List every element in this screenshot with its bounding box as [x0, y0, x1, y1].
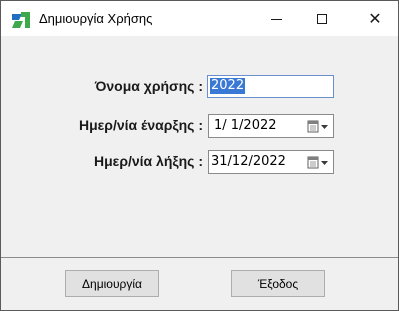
maximize-icon: [317, 13, 327, 24]
exit-button[interactable]: Έξοδος: [231, 270, 325, 297]
start-date-label: Ημερ/νία έναρξης :: [78, 117, 203, 133]
maximize-button[interactable]: [299, 1, 345, 36]
usage-name-row: Όνομα χρήσης : 2022: [1, 75, 399, 99]
dialog-window: Δημιουργία Χρήσης ✕ Όνομα χρήσης : 2022 …: [0, 0, 399, 311]
end-date-picker[interactable]: 31/12/2022: [208, 150, 334, 174]
close-button[interactable]: ✕: [352, 1, 398, 36]
calendar-dropdown-icon[interactable]: [307, 120, 329, 133]
title-bar[interactable]: Δημιουργία Χρήσης ✕: [1, 1, 398, 36]
usage-name-input[interactable]: 2022: [207, 75, 334, 98]
divider: [1, 257, 398, 258]
minimize-button[interactable]: [253, 1, 299, 36]
start-date-picker[interactable]: 1/ 1/2022: [208, 114, 334, 138]
window-title: Δημιουργία Χρήσης: [39, 11, 153, 26]
end-date-label: Ημερ/νία λήξης :: [94, 153, 203, 169]
usage-name-value: 2022: [210, 78, 246, 94]
end-date-value: 31/12/2022: [211, 154, 286, 169]
create-button[interactable]: Δημιουργία: [65, 270, 159, 297]
calendar-dropdown-icon[interactable]: [307, 156, 329, 169]
app-logo-icon: [12, 12, 30, 28]
start-date-row: Ημερ/νία έναρξης : 1/ 1/2022: [1, 114, 399, 138]
usage-name-label: Όνομα χρήσης :: [94, 78, 203, 94]
close-icon: ✕: [368, 10, 382, 28]
end-date-row: Ημερ/νία λήξης : 31/12/2022: [1, 150, 399, 174]
start-date-value: 1/ 1/2022: [214, 118, 277, 133]
minimize-icon: [270, 19, 282, 20]
